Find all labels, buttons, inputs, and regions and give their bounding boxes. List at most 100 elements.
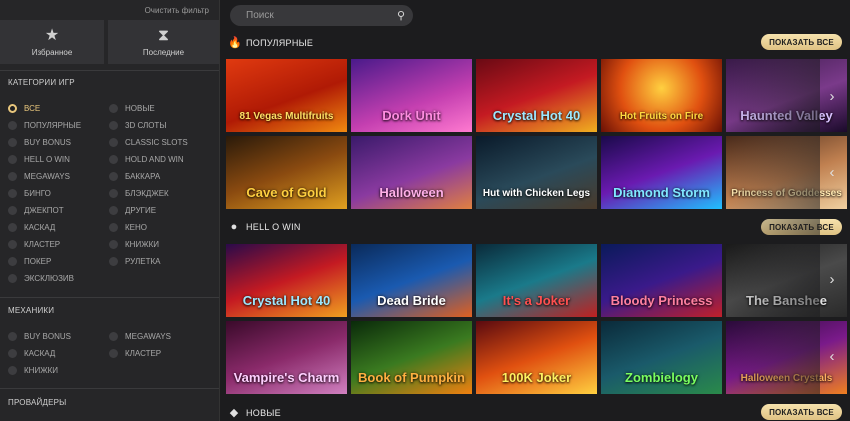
filter-option[interactable]: CLASSIC SLOTS	[109, 138, 188, 147]
radio-icon	[8, 138, 17, 147]
popular-show-all-button[interactable]: ПОКАЗАТЬ ВСЕ	[761, 34, 842, 50]
recent-button[interactable]: ⧗ Последние	[108, 20, 219, 64]
radio-icon	[109, 349, 118, 358]
hellowin-show-all-button[interactable]: ПОКАЗАТЬ ВСЕ	[761, 219, 842, 235]
filter-option[interactable]: БАККАРА	[109, 172, 160, 181]
favorites-label: Избранное	[31, 47, 73, 57]
game-title: 100K Joker	[501, 370, 572, 385]
filter-option[interactable]: 3D СЛОТЫ	[109, 121, 166, 130]
filter-option[interactable]: КЛАСТЕР	[8, 240, 60, 249]
filter-option-label: ПОПУЛЯРНЫЕ	[24, 121, 82, 130]
game-tile[interactable]: It's a Joker	[476, 244, 597, 317]
pumpkin-icon: ●	[230, 221, 238, 233]
mechanics-title: МЕХАНИКИ	[8, 306, 55, 315]
radio-icon	[109, 223, 118, 232]
filter-option[interactable]: КЕНО	[109, 223, 147, 232]
game-title: Bloody Princess	[610, 293, 713, 308]
game-title: Haunted Valley	[740, 108, 833, 123]
radio-icon	[8, 223, 17, 232]
radio-icon	[109, 138, 118, 147]
game-tile[interactable]: Dork Unit	[351, 59, 472, 132]
game-tile[interactable]: Vampire's Charm	[226, 321, 347, 394]
filter-option[interactable]: MEGAWAYS	[109, 332, 171, 341]
game-tile[interactable]: Hut with Chicken Legs	[476, 136, 597, 209]
filter-option[interactable]: ПОПУЛЯРНЫЕ	[8, 121, 81, 130]
filter-option[interactable]: HOLD AND WIN	[109, 155, 184, 164]
game-title: Diamond Storm	[613, 185, 710, 200]
divider	[0, 70, 219, 71]
game-title: Zombielogy	[625, 370, 698, 385]
filter-option[interactable]: BUY BONUS	[8, 332, 71, 341]
filter-option[interactable]: ВСЕ	[8, 104, 40, 113]
game-tile[interactable]: Crystal Hot 40	[476, 59, 597, 132]
radio-icon	[8, 366, 17, 375]
filter-option-label: ПОКЕР	[24, 257, 52, 266]
filter-option[interactable]: КАСКАД	[8, 349, 55, 358]
filter-option-label: HELL O WIN	[24, 155, 70, 164]
filter-option[interactable]: HELL O WIN	[8, 155, 70, 164]
filter-option-label: MEGAWAYS	[125, 332, 171, 341]
section-popular-title: ПОПУЛЯРНЫЕ	[246, 37, 314, 48]
radio-icon	[8, 257, 17, 266]
popular-next-arrow[interactable]: ›	[826, 89, 838, 105]
filter-option[interactable]: ДЖЕКПОТ	[8, 206, 64, 215]
game-title: Crystal Hot 40	[492, 108, 581, 123]
favorites-button[interactable]: ★ Избранное	[0, 20, 104, 64]
game-title: Princess of Goddesses	[731, 188, 842, 199]
game-tile[interactable]: Book of Pumpkin	[351, 321, 472, 394]
hellowin-prev-arrow[interactable]: ‹	[826, 349, 838, 365]
filter-option[interactable]: КНИЖКИ	[109, 240, 159, 249]
hourglass-icon: ⧗	[157, 26, 170, 44]
radio-icon	[109, 240, 118, 249]
filter-option[interactable]: БИНГО	[8, 189, 51, 198]
filter-option-label: КАСКАД	[24, 349, 56, 358]
game-title: Halloween Crystals	[740, 373, 833, 384]
game-tile[interactable]: Hot Fruits on Fire	[601, 59, 722, 132]
filter-option-label: НОВЫЕ	[125, 104, 155, 113]
game-tile[interactable]: Dead Bride	[351, 244, 472, 317]
game-title: Book of Pumpkin	[358, 370, 465, 385]
game-title: Dork Unit	[382, 108, 441, 123]
filter-option-label: HOLD AND WIN	[125, 155, 184, 164]
recent-label: Последние	[142, 47, 185, 57]
filter-option-label: ДЖЕКПОТ	[24, 206, 64, 215]
filter-option-label: КЕНО	[125, 223, 147, 232]
flame-icon: 🔥	[228, 37, 242, 49]
radio-icon	[109, 172, 118, 181]
filter-option[interactable]: РУЛЕТКА	[109, 257, 160, 266]
hellowin-next-arrow[interactable]: ›	[826, 272, 838, 288]
filter-option[interactable]: КЛАСТЕР	[109, 349, 161, 358]
section-hellowin-header: ● HELL O WIN	[228, 221, 301, 233]
radio-icon	[8, 240, 17, 249]
filter-option[interactable]: КНИЖКИ	[8, 366, 58, 375]
game-tile[interactable]: Bloody Princess	[601, 244, 722, 317]
clear-filter-link[interactable]: Очистить фильтр	[145, 6, 209, 15]
filter-option[interactable]: ЭКСКЛЮЗИВ	[8, 274, 74, 283]
search-input[interactable]	[244, 9, 397, 22]
section-new-title: НОВЫЕ	[246, 407, 281, 418]
radio-icon	[109, 206, 118, 215]
radio-icon	[109, 155, 118, 164]
game-tile[interactable]: Cave of Gold	[226, 136, 347, 209]
section-popular-header: 🔥 ПОПУЛЯРНЫЕ	[228, 36, 313, 49]
filter-option[interactable]: MEGAWAYS	[8, 172, 70, 181]
filter-option[interactable]: НОВЫЕ	[109, 104, 155, 113]
game-tile[interactable]: Diamond Storm	[601, 136, 722, 209]
divider	[0, 388, 219, 389]
filter-option[interactable]: БЛЭКДЖЕК	[109, 189, 169, 198]
game-tile[interactable]: 81 Vegas Multifruits	[226, 59, 347, 132]
game-tile[interactable]: 100K Joker	[476, 321, 597, 394]
filter-option[interactable]: ДРУГИЕ	[109, 206, 156, 215]
game-tile[interactable]: Crystal Hot 40	[226, 244, 347, 317]
filter-option[interactable]: ПОКЕР	[8, 257, 51, 266]
search-icon[interactable]: ⚲	[397, 9, 405, 22]
game-tile[interactable]: Zombielogy	[601, 321, 722, 394]
filter-option[interactable]: BUY BONUS	[8, 138, 71, 147]
section-hellowin-title: HELL O WIN	[246, 222, 301, 232]
popular-prev-arrow[interactable]: ‹	[826, 165, 838, 181]
filter-option[interactable]: КАСКАД	[8, 223, 55, 232]
filter-option-label: БЛЭКДЖЕК	[125, 189, 169, 198]
new-show-all-button[interactable]: ПОКАЗАТЬ ВСЕ	[761, 404, 842, 420]
game-tile[interactable]: Halloween	[351, 136, 472, 209]
radio-icon	[109, 189, 118, 198]
